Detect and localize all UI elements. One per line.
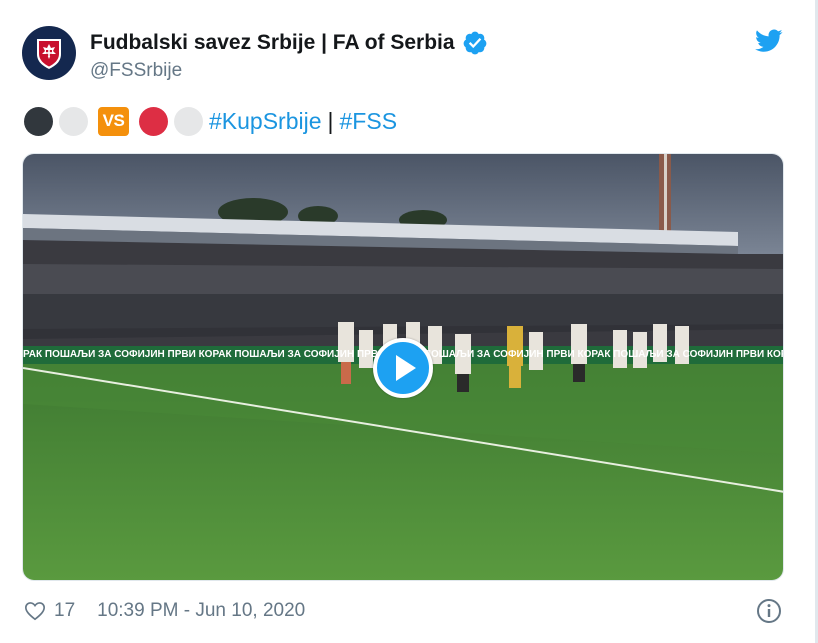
tweet-footer: 17 10:39 PM - Jun 10, 2020 [24,598,305,624]
red-circle-emoji [139,106,168,136]
avatar[interactable] [22,26,76,80]
fss-crest-icon [37,39,61,69]
hashtag-fss[interactable]: #FSS [340,108,398,135]
account-name-link[interactable]: Fudbalski savez Srbije | FA of Serbia [90,30,488,56]
white-circle-emoji [174,106,203,136]
timestamp[interactable]: 10:39 PM - Jun 10, 2020 [97,600,305,622]
twitter-bird-icon[interactable] [755,28,783,54]
verified-badge-icon [463,31,486,55]
vs-emoji: VS [98,106,129,136]
hashtag-kupsrbije[interactable]: #KupSrbije [209,108,322,135]
play-icon [396,355,416,381]
account-name: Fudbalski savez Srbije | FA of Serbia [90,31,455,54]
white-circle-emoji [59,106,88,136]
video-player[interactable]: РАК ПОШАЉИ ЗА СОФИЈИН ПРВИ КОРАК ПОШАЉИ … [22,153,784,581]
play-button[interactable] [373,338,433,398]
hashtag-separator: | [327,107,334,134]
black-circle-emoji [24,106,53,136]
tweet-text: VS #KupSrbije | #FSS [24,106,397,136]
info-icon[interactable] [756,598,782,624]
heart-icon[interactable] [24,600,46,622]
like-count[interactable]: 17 [54,600,75,622]
account-handle: @FSSrbije [90,60,183,81]
